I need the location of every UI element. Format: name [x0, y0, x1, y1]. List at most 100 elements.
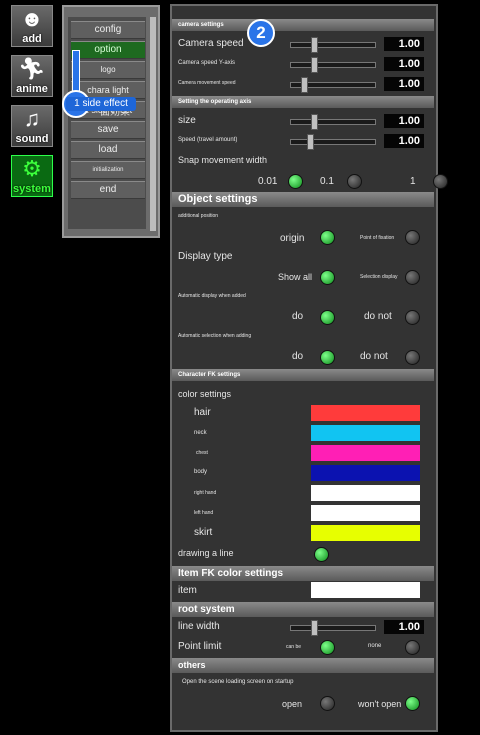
- camera-speed-value[interactable]: 1.00: [384, 37, 424, 51]
- menu-item-end[interactable]: end: [71, 181, 145, 199]
- display-show-all-radio[interactable]: [320, 270, 335, 285]
- hair-color-swatch[interactable]: [311, 405, 420, 421]
- part-label: skirt: [194, 527, 213, 538]
- axis-size-slider[interactable]: [290, 114, 376, 130]
- auto-select-do-radio[interactable]: [320, 350, 335, 365]
- option-label: origin: [280, 233, 305, 244]
- point-limit-can-be-radio[interactable]: [320, 640, 335, 655]
- camera-move-speed-slider[interactable]: [290, 77, 376, 93]
- add-pos-origin-radio[interactable]: [320, 230, 335, 245]
- character-fk-header: Character FK settings: [172, 369, 434, 381]
- part-label: left hand: [194, 510, 214, 516]
- display-selection-radio[interactable]: [405, 270, 420, 285]
- item-color-swatch[interactable]: [311, 582, 420, 598]
- slider-handle[interactable]: [301, 77, 308, 93]
- sidebar-item-label: add: [22, 33, 42, 45]
- camera-speed-y-value[interactable]: 1.00: [384, 57, 424, 71]
- slider-handle[interactable]: [311, 620, 318, 636]
- camera-speed-slider[interactable]: [290, 37, 376, 53]
- operating-axis-header: Setting the operating axis: [172, 96, 434, 108]
- line-width-label: line width: [178, 621, 220, 632]
- running-figure-icon: 🏃︎: [18, 56, 46, 81]
- sidebar-item-sound[interactable]: ♫ sound: [11, 105, 53, 147]
- system-menu-list: config option logo chara light 1 side ef…: [68, 17, 146, 229]
- color-settings-label: color settings: [178, 389, 232, 399]
- auto-display-do-not-radio[interactable]: [405, 310, 420, 325]
- menu-item-option[interactable]: option: [71, 41, 145, 59]
- menu-item-save[interactable]: save: [71, 121, 145, 139]
- sidebar-item-label: system: [13, 183, 51, 195]
- camera-speed-y-label: Camera speed Y-axis: [178, 60, 236, 66]
- part-label: hair: [194, 407, 211, 418]
- option-label: Selection display: [360, 274, 398, 280]
- sidebar-item-system[interactable]: ⚙ system: [11, 155, 53, 197]
- snap-option-label: 0.01: [258, 176, 278, 187]
- option-label: open: [282, 699, 303, 709]
- snap-radio-0.01[interactable]: [288, 174, 303, 189]
- snap-radio-0.1[interactable]: [347, 174, 362, 189]
- skirt-color-swatch[interactable]: [311, 525, 420, 541]
- camera-move-speed-label: Camera movement speed: [178, 80, 236, 86]
- additional-position-label: additional position: [178, 213, 219, 219]
- body-color-swatch[interactable]: [311, 465, 420, 481]
- option-label: do: [292, 311, 304, 322]
- axis-size-label: size: [178, 115, 196, 126]
- slider-handle[interactable]: [311, 114, 318, 130]
- startup-loading-label: Open the scene loading screen on startup: [182, 679, 294, 685]
- option-label: do: [292, 351, 304, 362]
- option-label: won't open: [358, 699, 402, 709]
- option-label: none: [368, 643, 382, 649]
- camera-move-speed-value[interactable]: 1.00: [384, 77, 424, 91]
- item-label: item: [178, 585, 197, 596]
- neck-color-swatch[interactable]: [311, 425, 420, 441]
- auto-display-do-radio[interactable]: [320, 310, 335, 325]
- part-label: chest: [196, 450, 208, 456]
- right-hand-color-swatch[interactable]: [311, 485, 420, 501]
- menu-scrollbar[interactable]: [150, 17, 156, 231]
- axis-speed-value[interactable]: 1.00: [384, 134, 424, 148]
- line-width-value[interactable]: 1.00: [384, 620, 424, 634]
- sidebar-item-add[interactable]: ☻ add: [11, 5, 53, 47]
- startup-open-radio[interactable]: [320, 696, 335, 711]
- left-hand-color-swatch[interactable]: [311, 505, 420, 521]
- camera-settings-header: camera settings: [172, 19, 434, 31]
- object-settings-header: Object settings: [172, 192, 434, 207]
- music-note-icon: ♫: [23, 106, 41, 131]
- menu-item-load[interactable]: load: [71, 141, 145, 159]
- option-label: do not: [364, 311, 392, 322]
- axis-speed-label: Speed (travel amount): [178, 137, 238, 143]
- drawing-line-toggle[interactable]: [314, 547, 329, 562]
- part-label: right hand: [194, 490, 217, 496]
- root-system-header: root system: [172, 602, 434, 617]
- display-type-label: Display type: [178, 251, 233, 262]
- startup-wont-open-radio[interactable]: [405, 696, 420, 711]
- item-fk-header: Item FK color settings: [172, 566, 434, 581]
- menu-item-initialization[interactable]: initialization: [71, 161, 145, 179]
- point-limit-none-radio[interactable]: [405, 640, 420, 655]
- auto-select-label: Automatic selection when adding: [178, 333, 252, 339]
- camera-speed-y-slider[interactable]: [290, 57, 376, 73]
- menu-item-logo[interactable]: logo: [71, 61, 145, 79]
- part-label: neck: [194, 430, 207, 436]
- sidebar-item-label: anime: [16, 83, 48, 95]
- option-label: Show all: [278, 272, 313, 282]
- snap-radio-1[interactable]: [433, 174, 448, 189]
- axis-size-value[interactable]: 1.00: [384, 114, 424, 128]
- auto-select-do-not-radio[interactable]: [405, 350, 420, 365]
- sidebar-item-anime[interactable]: 🏃︎ anime: [11, 55, 53, 97]
- sidebar-item-label: sound: [15, 133, 49, 145]
- add-pos-fixation-radio[interactable]: [405, 230, 420, 245]
- axis-speed-slider[interactable]: [290, 134, 376, 150]
- line-width-slider[interactable]: [290, 620, 376, 636]
- option-label: can be: [286, 644, 302, 650]
- menu-item-config[interactable]: config: [71, 21, 145, 39]
- slider-handle[interactable]: [311, 57, 318, 73]
- chest-color-swatch[interactable]: [311, 445, 420, 461]
- annotation-tooltip: 1 side effect: [66, 97, 136, 111]
- others-header: others: [172, 658, 434, 673]
- point-limit-label: Point limit: [178, 641, 222, 652]
- auto-display-label: Automatic display when added: [178, 293, 246, 299]
- slider-handle[interactable]: [307, 134, 314, 150]
- slider-handle[interactable]: [311, 37, 318, 53]
- drawing-line-label: drawing a line: [178, 548, 234, 558]
